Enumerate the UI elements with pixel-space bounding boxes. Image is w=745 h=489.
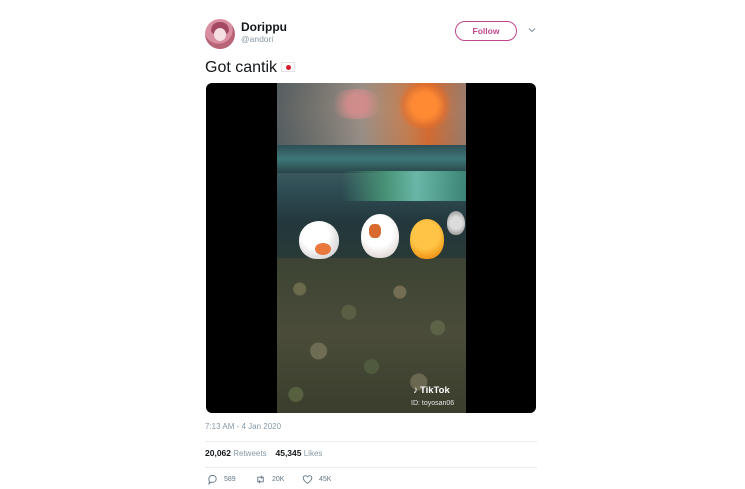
video-frame[interactable]: ♪ TikTok ID: toyosan06: [277, 83, 466, 413]
tiktok-label: TikTok: [420, 385, 450, 396]
user-handle[interactable]: @andori: [241, 34, 287, 45]
likes-stat[interactable]: 45,345 Likes: [275, 448, 323, 458]
chevron-down-icon[interactable]: [527, 25, 537, 35]
like-button[interactable]: 45K: [302, 474, 331, 485]
follow-button[interactable]: Follow: [455, 21, 517, 41]
retweets-stat[interactable]: 20,062 Retweets: [205, 448, 267, 458]
retweet-count: 20K: [272, 476, 285, 483]
tweet-actions: 589 20K 45K: [205, 474, 405, 488]
like-count: 45K: [319, 476, 332, 483]
divider: [205, 467, 537, 468]
water-surface: [277, 145, 466, 173]
retweet-icon: [257, 475, 264, 484]
japan-flag-icon: [281, 62, 296, 72]
user-info: Dorippu @andori: [241, 20, 287, 45]
likes-count: 45,345: [275, 448, 302, 458]
reflection-orange: [397, 83, 452, 128]
retweets-label: Retweets: [233, 449, 267, 458]
reflection-pink: [327, 89, 387, 119]
reply-button[interactable]: 589: [207, 474, 236, 485]
koi-fish-spotted: [361, 214, 399, 258]
divider: [205, 441, 537, 442]
tweet-card: Dorippu @andori Follow Got cantik ♪ TikTo…: [205, 14, 540, 485]
koi-fish-orange: [410, 219, 444, 259]
heart-icon: [302, 475, 313, 485]
avatar-face: [214, 28, 226, 41]
tweet-timestamp[interactable]: 7:13 AM - 4 Jan 2020: [205, 422, 281, 431]
reply-icon: [208, 474, 217, 485]
reply-count: 589: [224, 476, 236, 483]
tweet-body: Got cantik: [205, 59, 278, 76]
tweet-stats: 20,062 Retweets 45,345 Likes: [205, 448, 322, 458]
video-player[interactable]: ♪ TikTok ID: toyosan06: [206, 83, 536, 413]
tiktok-icon: ♪: [413, 385, 418, 396]
retweets-count: 20,062: [205, 448, 231, 458]
water-plants: [342, 171, 466, 201]
avatar[interactable]: [205, 19, 235, 49]
display-name[interactable]: Dorippu: [241, 20, 287, 34]
tiktok-watermark: ♪ TikTok: [413, 385, 450, 396]
koi-fish-partial: [447, 211, 465, 235]
koi-fish-white: [299, 221, 339, 259]
likes-label: Likes: [303, 449, 323, 458]
tiktok-user-id: ID: toyosan06: [411, 400, 455, 407]
tweet-text: Got cantik: [205, 58, 296, 78]
retweet-button[interactable]: 20K: [255, 474, 284, 485]
